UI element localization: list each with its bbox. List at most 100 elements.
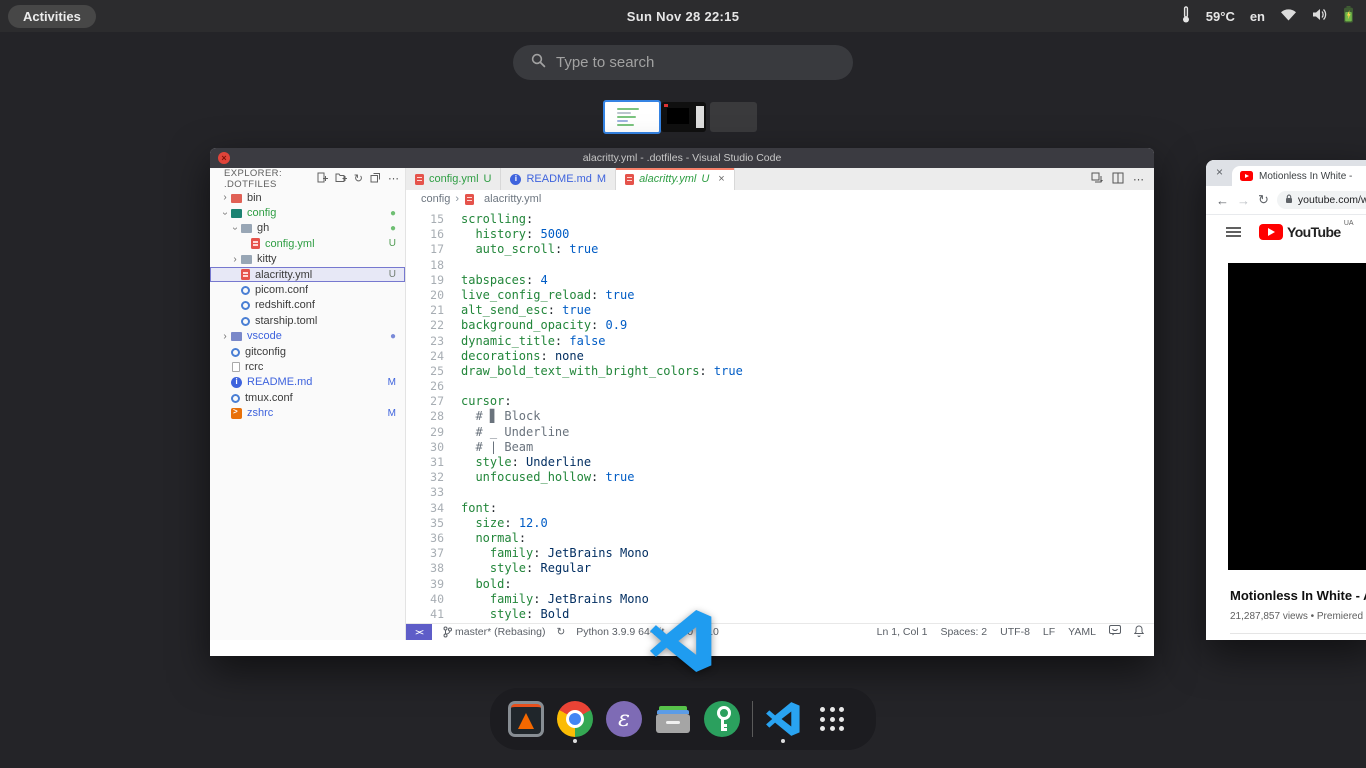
explorer-item-label: README.md <box>247 376 312 388</box>
youtube-logo[interactable]: YouTube UA <box>1259 224 1341 240</box>
line-number: 31 <box>406 455 444 470</box>
explorer-item-redshift.conf[interactable]: redshift.conf <box>210 298 405 313</box>
system-tray[interactable]: 59°C en <box>1181 0 1354 32</box>
youtube-play-icon <box>1259 224 1283 240</box>
language-mode[interactable]: YAML <box>1068 626 1096 638</box>
explorer-item-tmux.conf[interactable]: tmux.conf <box>210 390 405 405</box>
explorer-item-README.md[interactable]: README.mdM <box>210 375 405 390</box>
line-number: 16 <box>406 227 444 242</box>
feedback-icon[interactable] <box>1109 625 1121 639</box>
git-branch-status[interactable]: master* (Rebasing) <box>443 626 545 638</box>
explorer-item-label: kitty <box>257 253 277 265</box>
address-bar[interactable]: youtube.com/wa <box>1277 191 1366 209</box>
encoding-setting[interactable]: UTF-8 <box>1000 626 1030 638</box>
code-text: history: 5000 <box>461 227 569 242</box>
collapse-folders-icon[interactable] <box>370 172 381 186</box>
explorer-item-kitty[interactable]: ›kitty <box>210 252 405 267</box>
line-number: 32 <box>406 470 444 485</box>
dock-item-passwords-keys[interactable] <box>703 697 741 741</box>
dock-item-file-manager[interactable] <box>654 697 692 741</box>
reload-icon[interactable]: ↻ <box>1258 192 1269 208</box>
folder-icon <box>231 194 242 203</box>
video-player[interactable] <box>1228 263 1366 570</box>
lock-icon <box>1285 194 1293 207</box>
code-line-25: 25draw_bold_text_with_bright_colors: tru… <box>406 364 1154 379</box>
code-line-26: 26 <box>406 379 1154 394</box>
explorer-item-rcrc[interactable]: rcrc <box>210 359 405 374</box>
cursor-position[interactable]: Ln 1, Col 1 <box>877 626 928 638</box>
tab-alacritty-yml[interactable]: alacritty.yml U × <box>616 168 735 190</box>
explorer-item-picom.conf[interactable]: picom.conf <box>210 282 405 297</box>
line-number: 34 <box>406 501 444 516</box>
notifications-bell-icon[interactable] <box>1134 625 1144 640</box>
search-input[interactable]: Type to search <box>513 45 853 80</box>
more-actions-icon[interactable]: ⋯ <box>1133 173 1144 186</box>
line-number: 24 <box>406 349 444 364</box>
chrome-icon <box>557 701 593 737</box>
new-file-icon[interactable] <box>317 172 328 186</box>
breadcrumb-folder[interactable]: config <box>421 193 450 205</box>
workspace-thumbnail-1[interactable] <box>603 100 661 134</box>
sync-icon[interactable]: ↻ <box>556 626 565 638</box>
code-text: cursor: <box>461 394 512 409</box>
thermometer-icon <box>1181 6 1191 27</box>
new-folder-icon[interactable] <box>335 172 347 186</box>
chrome-active-tab[interactable]: Motionless In White - <box>1232 166 1366 186</box>
open-changes-icon[interactable] <box>1091 172 1103 187</box>
back-icon[interactable]: ← <box>1216 193 1229 208</box>
code-line-27: 27 cursor: <box>406 394 1154 409</box>
line-number: 27 <box>406 394 444 409</box>
eol-setting[interactable]: LF <box>1043 626 1055 638</box>
tab-close-icon[interactable]: × <box>1216 165 1223 179</box>
explorer-item-alacritty.yml[interactable]: alacritty.ymlU <box>210 267 405 282</box>
dock-item-vscode[interactable] <box>764 697 802 741</box>
explorer-item-gh[interactable]: ›gh● <box>210 221 405 236</box>
window-title: alacritty.yml - .dotfiles - Visual Studi… <box>210 152 1154 164</box>
folder-icon <box>241 224 252 233</box>
workspace-thumbnail-3[interactable] <box>710 102 757 132</box>
dock-item-emacs[interactable]: ε <box>605 697 643 741</box>
breadcrumb[interactable]: config › alacritty.yml <box>406 190 1154 208</box>
explorer-item-starship.toml[interactable]: starship.toml <box>210 313 405 328</box>
git-status-badge: ● <box>390 208 396 219</box>
refresh-icon[interactable]: ↻ <box>354 174 363 184</box>
tab-readme-md[interactable]: README.md M <box>501 168 616 190</box>
explorer-item-config[interactable]: ›config● <box>210 205 405 220</box>
line-number: 25 <box>406 364 444 379</box>
explorer-item-zshrc[interactable]: zshrcM <box>210 405 405 420</box>
explorer-item-gitconfig[interactable]: gitconfig <box>210 344 405 359</box>
hamburger-menu-icon[interactable] <box>1226 224 1241 239</box>
workspace-switcher <box>0 101 1366 135</box>
vscode-titlebar[interactable]: × alacritty.yml - .dotfiles - Visual Stu… <box>210 148 1154 168</box>
breadcrumb-file[interactable]: alacritty.yml <box>484 193 541 205</box>
folder-icon <box>241 255 252 264</box>
more-actions-icon[interactable]: ⋯ <box>388 174 399 184</box>
explorer-item-bin[interactable]: ›bin <box>210 190 405 205</box>
code-text: family: JetBrains Mono <box>461 546 649 561</box>
tab-git-badge: U <box>701 173 709 185</box>
git-status-badge: ● <box>390 223 396 234</box>
tab-git-badge: M <box>597 173 606 185</box>
workspace-thumbnail-2[interactable] <box>661 102 706 132</box>
keyboard-layout-indicator[interactable]: en <box>1250 9 1265 24</box>
split-editor-icon[interactable] <box>1112 172 1124 187</box>
clock[interactable]: Sun Nov 28 22:15 <box>0 9 1366 24</box>
tab-config-yml[interactable]: config.yml U <box>406 168 501 190</box>
line-number: 39 <box>406 577 444 592</box>
explorer-item-config.yml[interactable]: config.ymlU <box>210 236 405 251</box>
url-text: youtube.com/wa <box>1298 194 1366 206</box>
dock-item-app-grid[interactable] <box>813 697 851 741</box>
dock-item-chrome[interactable] <box>556 697 594 741</box>
indentation-setting[interactable]: Spaces: 2 <box>940 626 987 638</box>
code-editor[interactable]: 15scrolling:16 history: 500017 auto_scro… <box>406 208 1154 623</box>
window-close-button[interactable]: × <box>218 152 230 164</box>
tab-title: Motionless In White - <box>1259 171 1352 182</box>
tab-close-icon[interactable]: × <box>718 173 724 185</box>
forward-icon[interactable]: → <box>1237 193 1250 208</box>
workspace2-video <box>667 108 689 124</box>
explorer-item-vscode[interactable]: ›vscode● <box>210 329 405 344</box>
remote-indicator[interactable]: >< <box>406 624 432 640</box>
line-number: 41 <box>406 607 444 622</box>
code-line-32: 32 unfocused_hollow: true <box>406 470 1154 485</box>
dock-item-alacritty[interactable] <box>507 697 545 741</box>
